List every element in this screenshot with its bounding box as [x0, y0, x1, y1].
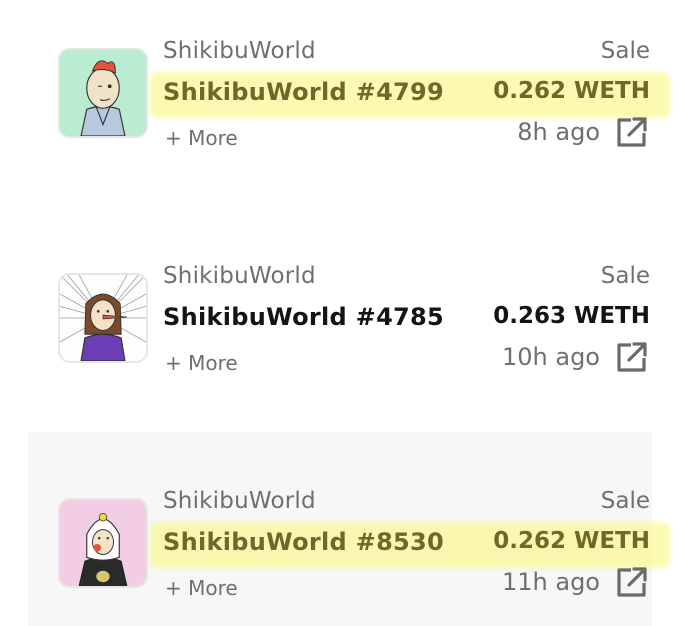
- nft-thumbnail[interactable]: [58, 498, 148, 588]
- more-link[interactable]: + More: [165, 351, 238, 375]
- timestamp: 10h ago: [501, 343, 600, 371]
- external-link-icon[interactable]: [614, 116, 648, 150]
- timestamp: 11h ago: [501, 568, 600, 596]
- more-link[interactable]: + More: [165, 576, 238, 600]
- event-type: Sale: [600, 38, 650, 64]
- price: 0.262 WETH: [493, 528, 650, 554]
- timestamp: 8h ago: [517, 118, 600, 146]
- mint-green-character-avatar-icon: [60, 50, 146, 136]
- nft-title[interactable]: ShikibuWorld #4799: [163, 78, 444, 106]
- pink-character-avatar-icon: [60, 500, 146, 586]
- collection-name[interactable]: ShikibuWorld: [163, 263, 316, 289]
- event-type: Sale: [600, 263, 650, 289]
- activity-feed: ShikibuWorld ShikibuWorld #4799 + More S…: [0, 0, 680, 626]
- event-type: Sale: [600, 488, 650, 514]
- activity-row[interactable]: ShikibuWorld ShikibuWorld #4785 + More S…: [0, 245, 680, 385]
- nft-thumbnail[interactable]: [58, 273, 148, 363]
- activity-row-content[interactable]: ShikibuWorld ShikibuWorld #8530 + More S…: [0, 470, 680, 610]
- external-link-icon[interactable]: [614, 341, 648, 375]
- more-link[interactable]: + More: [165, 126, 238, 150]
- nft-title[interactable]: ShikibuWorld #8530: [163, 528, 444, 556]
- collection-name[interactable]: ShikibuWorld: [163, 488, 316, 514]
- burst-character-avatar-icon: [60, 275, 146, 361]
- price: 0.263 WETH: [493, 303, 650, 329]
- nft-title[interactable]: ShikibuWorld #4785: [163, 303, 444, 331]
- external-link-icon[interactable]: [614, 566, 648, 600]
- price: 0.262 WETH: [493, 78, 650, 104]
- nft-thumbnail[interactable]: [58, 48, 148, 138]
- activity-row[interactable]: ShikibuWorld ShikibuWorld #4799 + More S…: [0, 20, 680, 160]
- collection-name[interactable]: ShikibuWorld: [163, 38, 316, 64]
